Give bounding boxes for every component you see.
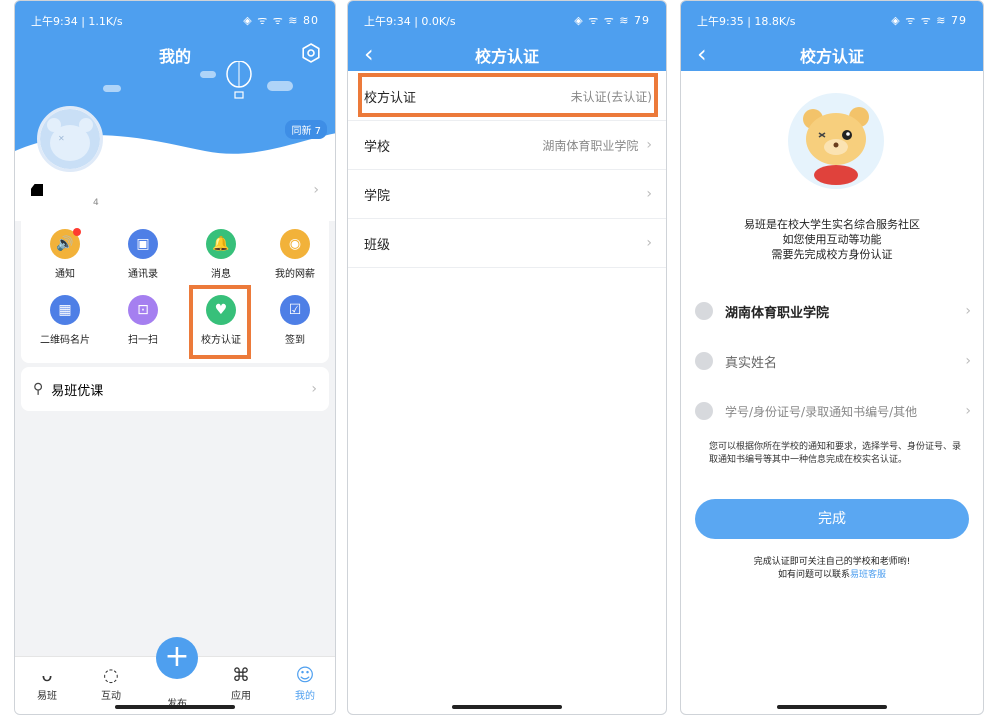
calendar-icon: ☑: [280, 295, 310, 325]
name-field[interactable]: 真实姓名: [725, 352, 777, 371]
profile-icon: ☺: [295, 665, 315, 686]
grid-item-label: 通知: [55, 269, 75, 280]
user-name-row[interactable]: 4 ›: [15, 176, 335, 208]
speaker-icon: 🔊: [50, 228, 81, 259]
row-school[interactable]: 学校 湖南体育职业学院 ›: [348, 121, 666, 170]
qrcode-icon: ▦: [50, 295, 80, 325]
footer-line-2: 如有问题可以联系易班客服: [681, 569, 983, 582]
chevron-right-icon: ›: [965, 403, 971, 419]
id-field[interactable]: 学号/身份证号/录取通知书编号/其他: [725, 403, 917, 420]
name-field-row[interactable]: 真实姓名 ›: [695, 341, 971, 381]
unread-dot: [73, 228, 81, 236]
footer-text: 完成认证即可关注自己的学校和老师哟! 如有问题可以联系易班客服: [681, 556, 983, 582]
row-label: 学校: [364, 139, 391, 155]
intro-line-1: 易班是在校大学生实名综合服务社区: [744, 218, 920, 231]
school-value: 湖南体育职业学院: [725, 305, 830, 321]
grid-item-label: 消息: [211, 269, 231, 280]
highlight-box-verify-row: [358, 73, 658, 117]
scan-icon: ⊡: [128, 295, 158, 325]
cloud-icon: [267, 81, 293, 91]
tab-yiban[interactable]: ᴗ 易班: [17, 665, 77, 702]
cloud-icon: [200, 71, 216, 78]
tab-mine[interactable]: ☺ 我的: [275, 665, 335, 702]
cloud-icon: [103, 85, 121, 92]
grid-item-label: 扫一扫: [128, 335, 158, 346]
phone-verify-form-screen: 上午9:35 | 18.8K/s ◈ ᯤ ᯤ ≋ 79 ‹ 校方认证 易班是在校…: [680, 0, 984, 715]
grid-item-label: 签到: [285, 335, 305, 346]
bear-mascot-illustration: [788, 93, 884, 189]
grid-item-scan[interactable]: ⊡ 扫一扫: [108, 295, 178, 346]
grid-item-notice[interactable]: 🔊 通知: [30, 228, 100, 280]
course-row[interactable]: ⚲ 易班优课 ›: [21, 367, 329, 411]
bear-icon: ᴗ: [41, 665, 53, 686]
balloon-icon: [226, 61, 252, 99]
intro-line-2: 如您使用互动等功能: [782, 233, 882, 246]
function-grid: 🔊 通知 ▣ 通讯录 🔔 消息 ◉ 我的网薪 ▦ 二维码名片 ⊡ 扫一扫 ♥ 校…: [21, 213, 329, 363]
footer-help-text: 如有问题可以联系: [777, 570, 850, 580]
tab-label: 我的: [295, 691, 315, 702]
grid-item-messages[interactable]: 🔔 消息: [186, 229, 256, 280]
id-field-row[interactable]: 学号/身份证号/录取通知书编号/其他 ›: [695, 391, 971, 431]
course-icon: ⚲: [33, 381, 44, 397]
grid-item-label: 我的网薪: [275, 269, 315, 280]
grid-item-qrcode[interactable]: ▦ 二维码名片: [30, 295, 100, 346]
row-value: 湖南体育职业学院: [542, 138, 639, 153]
user-count: 4: [93, 198, 99, 208]
customer-service-link[interactable]: 易班客服: [850, 570, 886, 580]
done-button[interactable]: 完成: [695, 499, 969, 539]
chevron-right-icon: ›: [646, 235, 652, 251]
tab-interact[interactable]: ◌ 互动: [81, 665, 141, 702]
highlight-box-verify: [189, 285, 251, 359]
phone-verify-list-screen: 上午9:34 | 0.0K/s ◈ ᯤ ᯤ ≋ 79 ‹ 校方认证 校方认证 未…: [347, 0, 667, 715]
bell-icon: 🔔: [206, 229, 236, 259]
svg-text:✕: ✕: [58, 134, 65, 143]
page-title: 我的: [158, 47, 191, 66]
page-title: 校方认证: [474, 47, 539, 66]
contacts-icon: ▣: [128, 229, 158, 259]
grid-item-contacts[interactable]: ▣ 通讯录: [108, 229, 178, 280]
home-indicator: [452, 705, 562, 709]
gear-icon[interactable]: [301, 43, 321, 63]
id-card-icon: [695, 402, 713, 420]
footer-line-1: 完成认证即可关注自己的学校和老师哟!: [753, 557, 911, 567]
tab-label: 应用: [231, 691, 251, 702]
grid-item-checkin[interactable]: ☑ 签到: [260, 295, 330, 346]
row-label: 班级: [364, 237, 391, 253]
user-icon: [695, 352, 713, 370]
coins-icon: ◉: [280, 229, 310, 259]
course-label: 易班优课: [51, 383, 104, 399]
phone-profile-screen: 上午9:34 | 1.1K/s ◈ ᯤ ᯤ ≋ 80 我的 同新 7 ✕ 4 ›…: [14, 0, 336, 715]
chevron-right-icon: ›: [965, 353, 971, 369]
grid-item-label: 二维码名片: [40, 335, 90, 346]
school-icon: [695, 302, 713, 320]
intro-line-3: 需要先完成校方身份认证: [771, 248, 893, 261]
page-title: 校方认证: [799, 47, 864, 66]
chevron-right-icon: ›: [646, 186, 652, 202]
chat-icon: ◌: [103, 665, 119, 686]
apps-icon: ⌘: [232, 665, 250, 686]
home-indicator: [777, 705, 887, 709]
home-indicator: [115, 705, 235, 709]
avatar[interactable]: ✕: [37, 106, 103, 172]
chevron-right-icon: ›: [965, 303, 971, 319]
chevron-right-icon: ›: [313, 182, 319, 198]
tab-label: 互动: [101, 691, 121, 702]
chevron-right-icon: ›: [646, 137, 652, 153]
row-college[interactable]: 学院 ›: [348, 170, 666, 219]
publish-plus-button[interactable]: +: [156, 637, 198, 679]
intro-text: 易班是在校大学生实名综合服务社区 如您使用互动等功能 需要先完成校方身份认证: [681, 217, 983, 262]
name-mask-block: [31, 184, 43, 196]
tab-label: 易班: [37, 691, 57, 702]
tab-apps[interactable]: ⌘ 应用: [211, 665, 271, 702]
grid-item-label: 通讯录: [128, 269, 158, 280]
grid-item-wallet[interactable]: ◉ 我的网薪: [260, 229, 330, 280]
school-select-row[interactable]: 湖南体育职业学院 ›: [695, 291, 971, 331]
row-label: 学院: [364, 188, 391, 204]
hint-text: 您可以根据你所在学校的通知和要求，选择学号、身份证号、录取通知书编号等其中一种信…: [709, 442, 962, 465]
new-badge[interactable]: 同新 7: [285, 120, 327, 139]
chevron-right-icon: ›: [311, 381, 317, 397]
row-class[interactable]: 班级 ›: [348, 219, 666, 268]
